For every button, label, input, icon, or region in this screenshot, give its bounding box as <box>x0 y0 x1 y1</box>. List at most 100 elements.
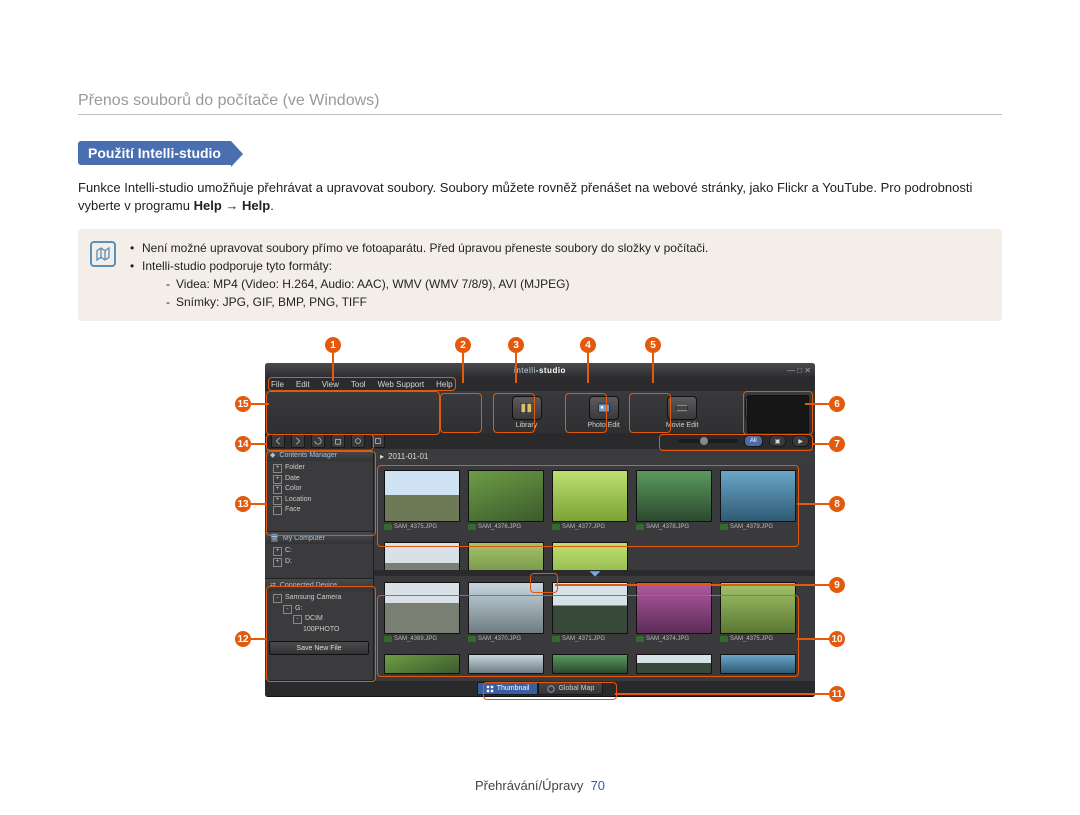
tree-label: DCIM <box>305 615 323 622</box>
filter-video-icon[interactable]: ▶ <box>792 435 809 447</box>
footer-page-number: 70 <box>591 778 605 793</box>
menu-tool[interactable]: Tool <box>351 380 366 389</box>
library-icon <box>512 396 542 420</box>
menubar: File Edit View Tool Web Support Help <box>265 377 815 391</box>
global-map-button[interactable]: Global Map <box>538 682 603 695</box>
mode-label: Movie Edit <box>666 422 699 429</box>
mode-label: Photo Edit <box>588 422 620 429</box>
callout-line <box>615 693 829 695</box>
mode-label: Library <box>516 422 537 429</box>
callout-13: 13 <box>235 496 251 512</box>
callout-line <box>251 503 267 505</box>
note-bullet-0: Není možné upravovat soubory přímo ve fo… <box>130 239 708 257</box>
callout-6: 6 <box>829 396 845 412</box>
thumb[interactable]: SAM_4370.JPG <box>468 582 542 642</box>
app-window: intelli-studio — □ ✕ File Edit View Tool… <box>265 363 815 697</box>
callout-4: 4 <box>580 337 596 353</box>
tree-item[interactable]: +Location <box>269 495 369 506</box>
menu-help[interactable]: Help <box>436 380 452 389</box>
trash-icon[interactable] <box>331 434 345 448</box>
thumb[interactable]: SAM_4374.JPG <box>636 582 710 642</box>
thumb[interactable]: SAM_4376.JPG <box>468 470 542 530</box>
brand-left: intelli <box>514 366 536 375</box>
photo-edit-icon <box>589 396 619 420</box>
tree-item[interactable]: +Date <box>269 474 369 485</box>
mode-movie-edit[interactable]: Movie Edit <box>666 396 699 429</box>
thumb[interactable]: SAM_4375.JPG <box>384 470 458 530</box>
app-brand: intelli-studio <box>514 366 566 375</box>
tree-item[interactable]: -DCIM <box>269 614 369 625</box>
thumb[interactable] <box>384 654 458 674</box>
thumb-name: SAM_4371.JPG <box>552 634 626 642</box>
menu-edit[interactable]: Edit <box>296 380 310 389</box>
window-controls[interactable]: — □ ✕ <box>787 366 811 375</box>
filter-all[interactable]: All <box>744 435 763 447</box>
thumb[interactable] <box>384 542 458 570</box>
intro-text-after: . <box>270 198 274 213</box>
tree-label: Location <box>285 496 311 503</box>
thumb[interactable]: SAM_4375.JPG <box>720 582 794 642</box>
preview-player[interactable] <box>747 395 809 433</box>
thumb[interactable]: SAM_4377.JPG <box>552 470 626 530</box>
callout-10: 10 <box>829 631 845 647</box>
tree-item[interactable]: +D: <box>269 557 369 568</box>
thumb[interactable]: SAM_4378.JPG <box>636 470 710 530</box>
grid-row <box>374 536 815 570</box>
rotate-icon[interactable] <box>311 434 325 448</box>
tool-icon[interactable] <box>351 434 365 448</box>
main-area: ◆ Contents Manager +Folder +Date +Color … <box>265 449 815 681</box>
thumb[interactable]: SAM_4371.JPG <box>552 582 626 642</box>
thumb[interactable] <box>552 654 626 674</box>
my-computer-panel: 🖥 My Computer +C: +D: <box>265 532 373 579</box>
tree-item[interactable]: +Color <box>269 484 369 495</box>
help-menu-1: Help <box>194 198 222 213</box>
button-label: Thumbnail <box>497 685 530 692</box>
filter-photo-icon[interactable]: ▣ <box>769 435 787 447</box>
note-sub-1: Snímky: JPG, GIF, BMP, PNG, TIFF <box>166 293 708 311</box>
tree-item[interactable]: -G: <box>269 604 369 615</box>
thumb[interactable] <box>468 654 542 674</box>
date-text: 2011-01-01 <box>388 452 428 461</box>
menu-file[interactable]: File <box>271 380 284 389</box>
intro-text: Funkce Intelli-studio umožňuje přehrávat… <box>78 179 1002 215</box>
thumb[interactable]: SAM_4369.JPG <box>384 582 458 642</box>
tree-item[interactable]: -Samsung Camera <box>269 593 369 604</box>
callout-line <box>251 443 267 445</box>
panel-header: ⇄ Connected Device <box>265 579 373 591</box>
tool-icon[interactable] <box>371 434 385 448</box>
button-label: Global Map <box>558 685 594 692</box>
nav-fwd-icon[interactable] <box>291 434 305 448</box>
save-new-file-button[interactable]: Save New File <box>269 641 369 655</box>
thumb[interactable] <box>720 654 794 674</box>
callout-line <box>652 353 654 383</box>
figure: 1 2 3 4 5 6 7 8 9 10 11 15 14 13 12 <box>265 341 815 709</box>
tree-label: Date <box>285 475 300 482</box>
tree-item[interactable]: +Folder <box>269 463 369 474</box>
thumb[interactable] <box>636 654 710 674</box>
thumb[interactable]: SAM_4379.JPG <box>720 470 794 530</box>
thumbnail-view-button[interactable]: Thumbnail <box>477 682 539 695</box>
callout-14: 14 <box>235 436 251 452</box>
callout-9: 9 <box>829 577 845 593</box>
side-panel: ◆ Contents Manager +Folder +Date +Color … <box>265 449 374 681</box>
callout-1: 1 <box>325 337 341 353</box>
contents-manager-panel: ◆ Contents Manager +Folder +Date +Color … <box>265 449 373 532</box>
grid-top: SAM_4375.JPG SAM_4376.JPG SAM_4377.JPG S… <box>374 464 815 570</box>
panel-title: Connected Device <box>280 582 337 589</box>
menu-websupport[interactable]: Web Support <box>378 380 425 389</box>
nav-back-icon[interactable] <box>271 434 285 448</box>
thumb-name: SAM_4376.JPG <box>468 522 542 530</box>
menu-view[interactable]: View <box>322 380 339 389</box>
tree-item[interactable]: 100PHOTO <box>269 625 369 636</box>
tree-label: D: <box>285 558 292 565</box>
tree-item[interactable]: Face <box>269 505 369 516</box>
thumb[interactable] <box>552 542 626 570</box>
zoom-slider[interactable] <box>678 439 738 443</box>
thumb-name: SAM_4375.JPG <box>384 522 458 530</box>
tree-item[interactable]: +C: <box>269 546 369 557</box>
thumb-name: SAM_4378.JPG <box>636 522 710 530</box>
mode-photo-edit[interactable]: Photo Edit <box>588 396 620 429</box>
callout-line <box>805 403 829 405</box>
mode-library[interactable]: Library <box>512 396 542 429</box>
thumb[interactable] <box>468 542 542 570</box>
